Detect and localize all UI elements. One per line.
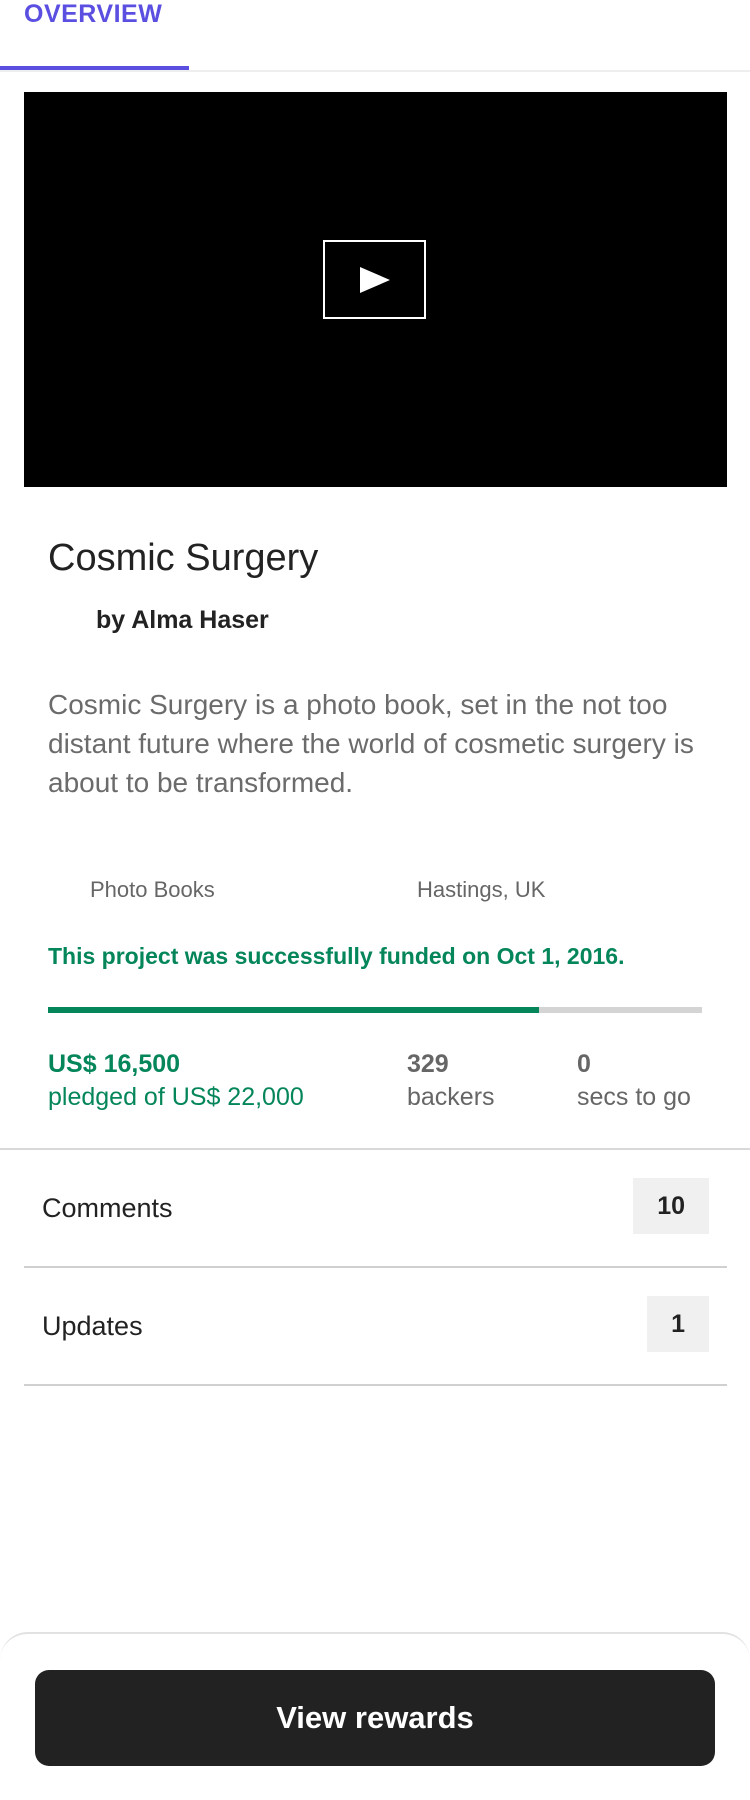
tab-overview[interactable]: OVERVIEW xyxy=(0,0,189,70)
comments-count-badge: 10 xyxy=(633,1178,709,1234)
view-rewards-button[interactable]: View rewards xyxy=(35,1670,715,1766)
project-creator[interactable]: by Alma Haser xyxy=(96,606,269,635)
pledged-goal: pledged of US$ 22,000 xyxy=(48,1083,304,1111)
updates-label: Updates xyxy=(42,1311,143,1341)
tab-bar: OVERVIEW xyxy=(0,0,750,72)
backers-label: backers xyxy=(407,1083,495,1111)
project-video[interactable] xyxy=(24,92,727,487)
project-location[interactable]: Hastings, UK xyxy=(417,877,545,903)
funding-status: This project was successfully funded on … xyxy=(48,943,625,969)
updates-row[interactable]: Updates 1 xyxy=(24,1268,727,1386)
time-remaining-count: 0 xyxy=(577,1050,591,1078)
view-rewards-label: View rewards xyxy=(276,1700,474,1735)
updates-count-badge: 1 xyxy=(647,1296,709,1352)
project-blurb: Cosmic Surgery is a photo book, set in t… xyxy=(48,689,694,798)
play-icon xyxy=(359,266,390,293)
funding-progress-bar xyxy=(48,1007,702,1013)
play-button[interactable] xyxy=(323,240,426,319)
backers-count: 329 xyxy=(407,1050,449,1078)
comments-row[interactable]: Comments 10 xyxy=(24,1150,727,1268)
project-category[interactable]: Photo Books xyxy=(90,877,215,903)
funding-progress-fill xyxy=(48,1007,539,1013)
pledged-amount: US$ 16,500 xyxy=(48,1050,181,1078)
time-remaining-label: secs to go xyxy=(577,1083,691,1111)
project-title: Cosmic Surgery xyxy=(48,537,319,579)
comments-label: Comments xyxy=(42,1193,173,1223)
tab-overview-label: OVERVIEW xyxy=(24,0,163,28)
bottom-action-bar: View rewards xyxy=(0,1632,750,1800)
